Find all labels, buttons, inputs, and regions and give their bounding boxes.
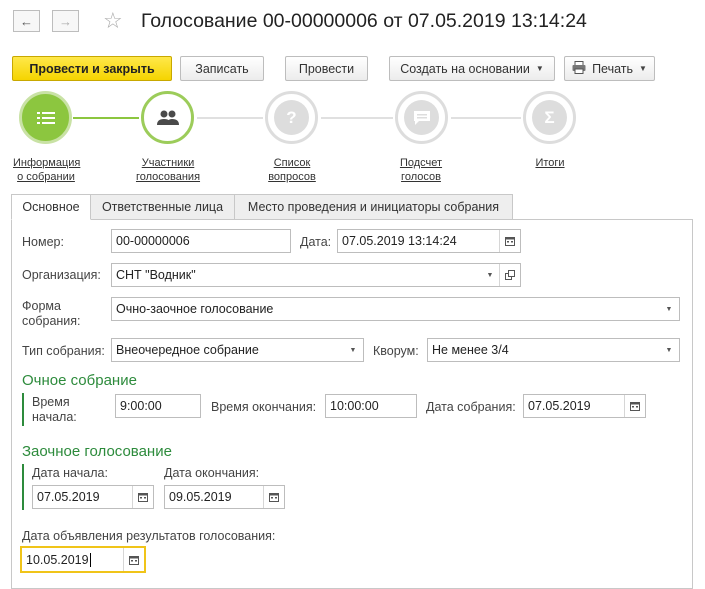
organization-value: СНТ "Водник" [116, 268, 196, 282]
step-questions-label[interactable]: Список вопросов [261, 156, 323, 184]
create-based-on-label: Создать на основании [400, 61, 530, 76]
quorum-label: Кворум: [373, 344, 419, 358]
step-label-line: голосования [135, 171, 201, 183]
calendar-icon[interactable] [263, 486, 284, 508]
date-label: Дата: [300, 235, 332, 249]
meeting-form-value: Очно-заочное голосование [116, 302, 274, 316]
fulltime-group-bar [22, 393, 24, 426]
sigma-icon: Σ [532, 100, 567, 135]
meeting-type-value: Внеочередное собрание [116, 343, 259, 357]
chat-icon [404, 100, 439, 135]
calendar-icon[interactable] [499, 230, 520, 252]
step-count-label[interactable]: Подсчет голосов [392, 156, 450, 184]
back-button[interactable]: ← [13, 10, 40, 32]
print-button[interactable]: Печать ▼ [564, 56, 655, 81]
chevron-down-icon[interactable]: ▼ [659, 339, 679, 361]
meeting-type-field[interactable]: Внеочередное собрание ▼ [111, 338, 364, 362]
date-field[interactable]: 07.05.2019 13:14:24 [337, 229, 521, 253]
meeting-form-field[interactable]: Очно-заочное голосование ▼ [111, 297, 680, 321]
number-field[interactable]: 00-00000006 [111, 229, 291, 253]
step-label-line: Информация [13, 157, 81, 169]
step-label-line: вопросов [268, 171, 316, 183]
absentee-heading: Заочное голосование [22, 443, 172, 460]
create-based-on-button[interactable]: Создать на основании ▼ [389, 56, 555, 81]
quorum-field[interactable]: Не менее 3/4 ▼ [427, 338, 680, 362]
step-connector [321, 117, 393, 119]
step-results-label[interactable]: Итоги [528, 156, 572, 170]
calendar-icon[interactable] [132, 486, 153, 508]
end-time-label: Время окончания: [211, 400, 317, 414]
post-and-close-button[interactable]: Провести и закрыть [12, 56, 172, 81]
tab-responsible[interactable]: Ответственные лица [90, 194, 235, 220]
step-info[interactable] [19, 91, 72, 144]
tab-main[interactable]: Основное [11, 194, 91, 220]
chevron-down-icon: ▼ [535, 64, 544, 73]
chevron-down-icon: ▼ [639, 64, 647, 73]
text-cursor [89, 552, 91, 567]
absentee-start-label: Дата начала: [32, 466, 108, 480]
step-label-line: о собрании [17, 171, 75, 183]
meeting-date-field[interactable]: 07.05.2019 [523, 394, 646, 418]
step-count[interactable] [395, 91, 448, 144]
date-value: 07.05.2019 13:14:24 [342, 234, 457, 248]
start-time-field[interactable]: 9:00:00 [115, 394, 201, 418]
number-label: Номер: [22, 235, 64, 249]
step-label-line: Список [273, 157, 311, 169]
absentee-end-field[interactable]: 09.05.2019 [164, 485, 285, 509]
step-label-line: Итоги [535, 157, 565, 169]
step-participants-label[interactable]: Участники голосования [133, 156, 203, 184]
step-results[interactable]: Σ [523, 91, 576, 144]
step-connector [197, 117, 263, 119]
step-label-line: Подсчет [399, 157, 443, 169]
step-label-line: голосов [401, 171, 441, 183]
step-connector [451, 117, 521, 119]
print-label: Печать [592, 61, 634, 76]
results-date-value: 10.05.2019 [26, 552, 89, 567]
absentee-end-label: Дата окончания: [164, 466, 260, 480]
post-button[interactable]: Провести [285, 56, 368, 81]
quorum-value: Не менее 3/4 [432, 343, 509, 357]
step-participants[interactable] [141, 91, 194, 144]
step-connector [73, 117, 139, 119]
organization-label: Организация: [22, 268, 101, 282]
printer-icon [572, 60, 586, 77]
fulltime-heading: Очное собрание [22, 372, 137, 389]
calendar-icon[interactable] [624, 395, 645, 417]
absentee-start-value: 07.05.2019 [37, 490, 100, 504]
chevron-down-icon[interactable]: ▼ [480, 264, 500, 286]
star-icon[interactable]: ☆ [103, 9, 123, 33]
meeting-form-label: Форма собрания: [22, 299, 81, 329]
chevron-down-icon[interactable]: ▼ [659, 298, 679, 320]
absentee-end-value: 09.05.2019 [169, 490, 232, 504]
absentee-group-bar [22, 464, 24, 510]
step-info-label[interactable]: Информация о собрании [13, 156, 81, 184]
people-icon [150, 100, 185, 135]
meeting-type-label: Тип собрания: [22, 344, 105, 358]
calendar-icon[interactable] [123, 548, 144, 571]
tab-location-initiators[interactable]: Место проведения и инициаторы собрания [234, 194, 513, 220]
start-time-label-line: начала: [32, 410, 77, 424]
save-button[interactable]: Записать [180, 56, 264, 81]
results-date-field[interactable]: 10.05.2019 [20, 546, 146, 573]
meeting-form-label-line: собрания: [22, 314, 81, 328]
step-label-line: Участники [141, 157, 195, 169]
meeting-date-label: Дата собрания: [426, 400, 516, 414]
results-date-label: Дата объявления результатов голосования: [22, 529, 276, 543]
start-time-label: Время начала: [32, 395, 77, 425]
meeting-form-label-line: Форма [22, 299, 61, 313]
meeting-date-value: 07.05.2019 [528, 399, 591, 413]
page-title: Голосование 00-00000006 от 07.05.2019 13… [141, 10, 587, 32]
open-icon[interactable] [499, 264, 520, 286]
question-icon: ? [274, 100, 309, 135]
absentee-start-field[interactable]: 07.05.2019 [32, 485, 154, 509]
step-questions[interactable]: ? [265, 91, 318, 144]
forward-button[interactable]: → [52, 10, 79, 32]
chevron-down-icon[interactable]: ▼ [343, 339, 363, 361]
organization-field[interactable]: СНТ "Водник" ▼ [111, 263, 521, 287]
start-time-label-line: Время [32, 395, 70, 409]
end-time-field[interactable]: 10:00:00 [325, 394, 417, 418]
list-icon [28, 100, 63, 135]
